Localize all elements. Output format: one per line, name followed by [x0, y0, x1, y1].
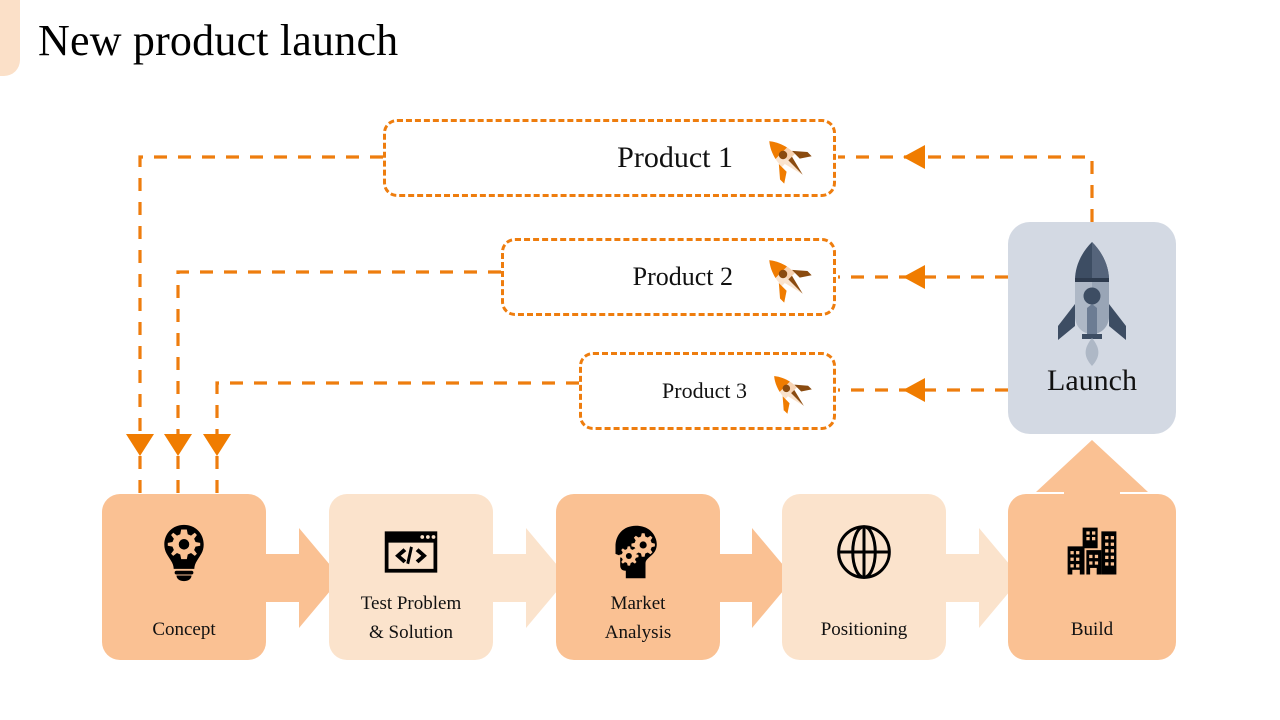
product-1-label: Product 1	[617, 141, 733, 174]
product-card-3[interactable]: Product 3	[579, 352, 836, 430]
connector-launch-to-product-3	[838, 378, 1008, 402]
launch-panel[interactable]: Launch	[1008, 222, 1176, 434]
product-card-1[interactable]: Product 1	[383, 119, 836, 197]
head-gears-icon	[615, 525, 657, 579]
code-window-icon	[384, 531, 438, 573]
rocket-icon	[1058, 242, 1126, 366]
step-label-positioning: Positioning	[820, 619, 908, 640]
step-label-line-2: Analysis	[604, 622, 672, 643]
step-label-line-2: & Solution	[369, 622, 453, 643]
process-step-positioning[interactable]: Positioning	[782, 494, 946, 660]
title-accent-bar	[0, 0, 20, 76]
rocket-emoji	[769, 260, 812, 303]
step-label-build: Build	[1070, 619, 1114, 640]
connector-launch-to-product-1	[838, 145, 1094, 222]
globe-icon	[837, 525, 891, 579]
product-card-2[interactable]: Product 2	[501, 238, 836, 316]
connector-product-3-to-concept	[203, 381, 579, 500]
rocket-emoji	[769, 141, 812, 184]
connector-launch-to-product-2	[838, 265, 1008, 289]
process-step-concept[interactable]: Concept	[102, 494, 266, 660]
step-label-test-problem-solution: Test Problem & Solution	[329, 589, 493, 647]
product-3-label: Product 3	[662, 378, 747, 403]
process-step-build[interactable]: Build	[1008, 494, 1176, 660]
page-title: New product launch	[38, 16, 399, 65]
rocket-emoji	[774, 376, 812, 414]
lightbulb-gear-icon	[164, 524, 204, 582]
step-label-line-1: Test Problem	[360, 593, 462, 614]
buildings-icon	[1067, 527, 1117, 575]
slide-canvas: New product launch Product 1 Product 2 P…	[0, 0, 1280, 720]
connector-product-1-to-concept	[126, 155, 383, 500]
process-step-test-problem-solution[interactable]: Test Problem & Solution	[329, 494, 493, 660]
process-step-market-analysis[interactable]: Market Analysis	[556, 494, 720, 660]
launch-label: Launch	[1047, 364, 1137, 397]
product-2-label: Product 2	[632, 262, 733, 291]
step-label-concept: Concept	[152, 619, 216, 640]
step-label-market-analysis: Market Analysis	[556, 589, 720, 647]
step-label-line-1: Market	[610, 593, 666, 614]
connector-product-2-to-concept	[164, 270, 501, 500]
